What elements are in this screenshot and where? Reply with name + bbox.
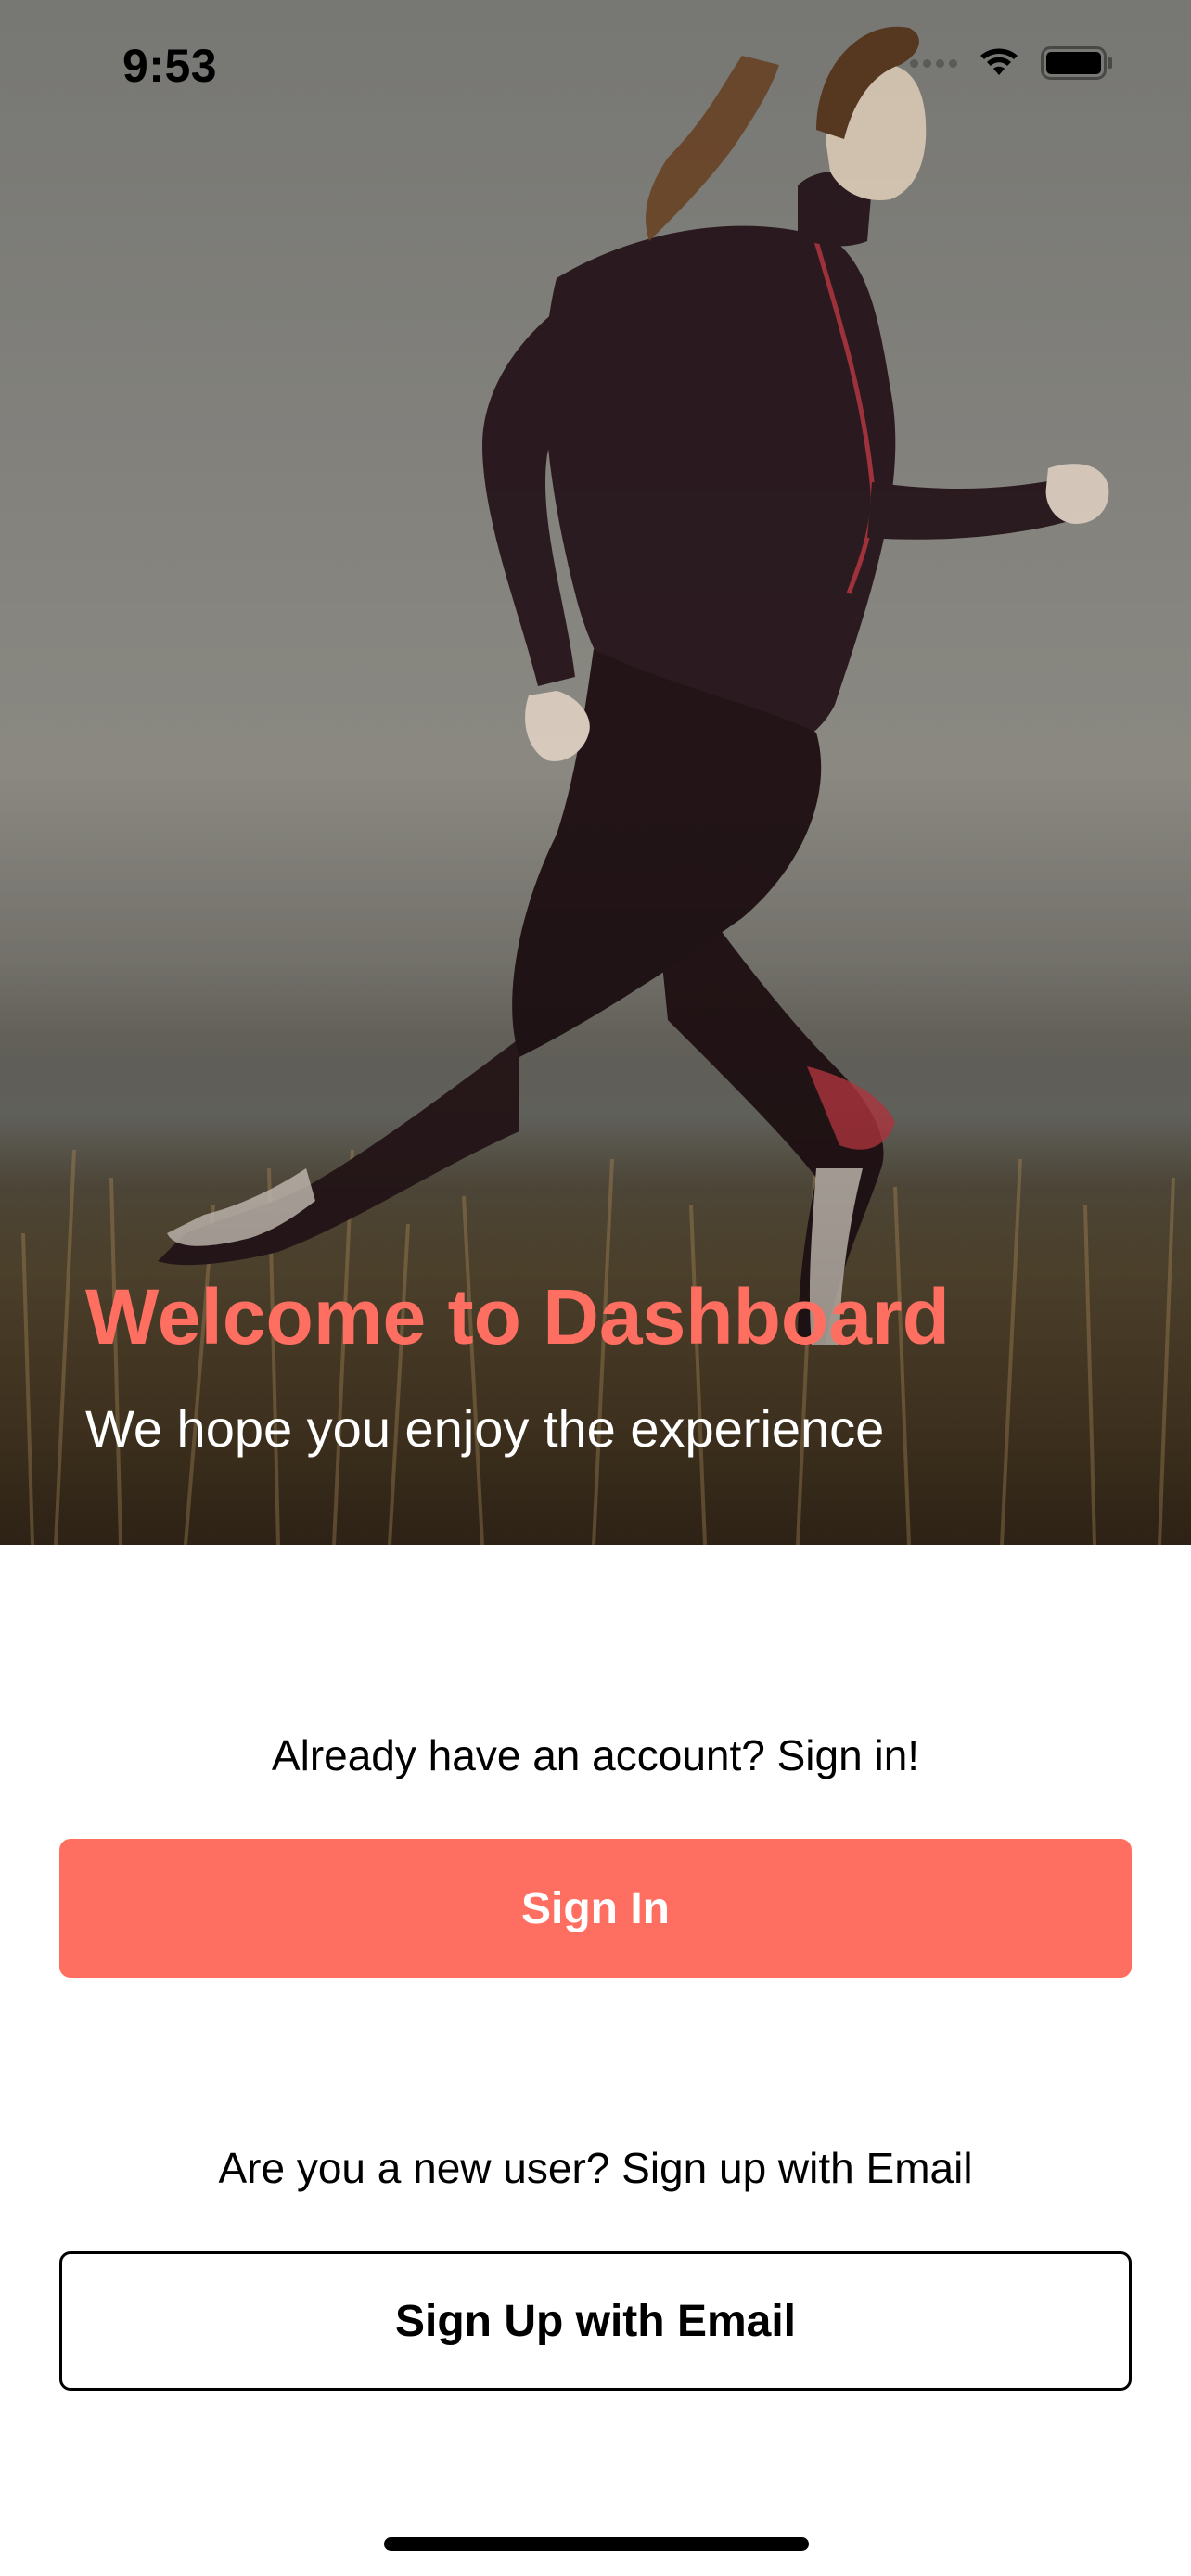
battery-icon — [1041, 46, 1112, 80]
sign-up-email-button[interactable]: Sign Up with Email — [59, 2251, 1132, 2391]
status-bar: 9:53 — [0, 0, 1191, 130]
welcome-subtitle: We hope you enjoy the experience — [85, 1399, 885, 1458]
wifi-icon — [980, 48, 1018, 75]
sign-in-prompt: Already have an account? Sign in! — [271, 1731, 920, 1779]
status-time: 9:53 — [122, 40, 218, 92]
status-icons — [910, 46, 1113, 80]
welcome-screen: 9:53 Welcome to Dashboard We hope you en… — [0, 0, 1191, 2576]
cellular-signal-icon — [910, 58, 957, 68]
sign-in-button[interactable]: Sign In — [59, 1839, 1132, 1978]
sign-up-prompt: Are you a new user? Sign up with Email — [218, 2144, 973, 2192]
welcome-title: Welcome to Dashboard — [85, 1273, 950, 1360]
home-indicator[interactable] — [384, 2537, 809, 2551]
